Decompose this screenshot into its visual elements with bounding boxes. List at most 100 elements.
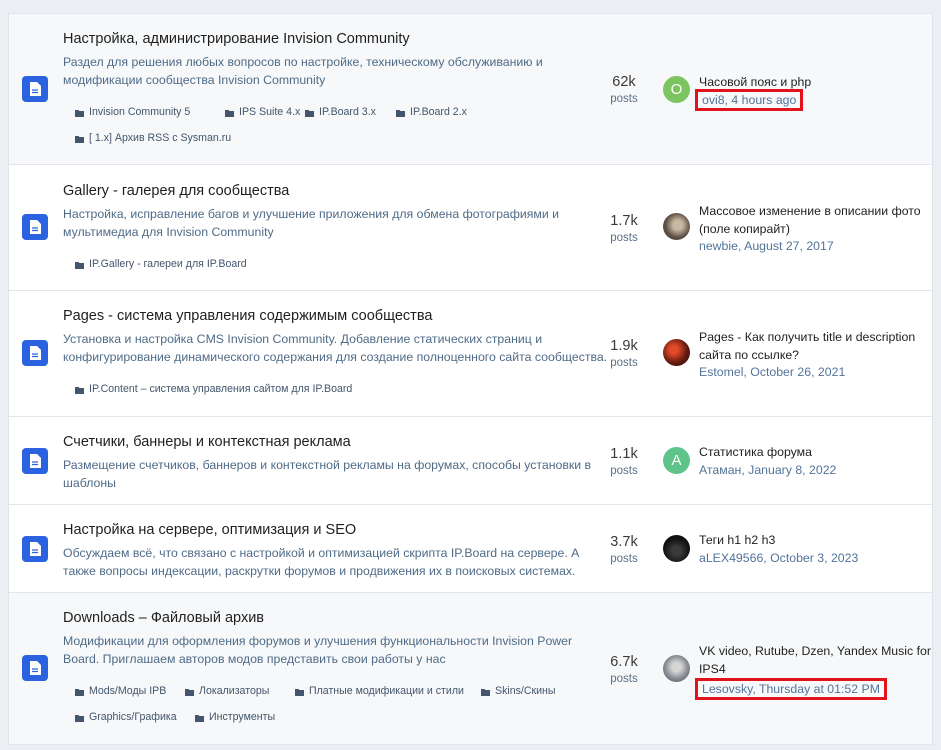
subforum-link[interactable]: IP.Board 3.x (305, 106, 376, 118)
last-post: VK video, Rutube, Dzen, Yandex Music for… (695, 643, 931, 700)
forum-title[interactable]: Gallery - галерея для сообщества (63, 183, 289, 199)
last-post: Массовое изменение в описании фото (поле… (699, 203, 931, 256)
avatar[interactable]: O (663, 76, 690, 103)
subforum-link[interactable]: Graphics/Графика (75, 711, 177, 723)
last-post-meta[interactable]: Estomel, October 26, 2021 (699, 364, 931, 382)
folder-icon (75, 109, 84, 117)
document-icon[interactable] (22, 340, 48, 366)
forum-list: Настройка, администрирование Invision Co… (8, 13, 933, 745)
forum-title[interactable]: Настройка на сервере, оптимизация и SEO (63, 522, 356, 538)
forum-description: Настройка, исправление багов и улучшение… (63, 207, 560, 239)
subforum-link[interactable]: Skins/Скины (481, 685, 556, 697)
folder-icon (75, 261, 84, 269)
last-post-title[interactable]: Pages - Как получить title и description… (699, 329, 931, 364)
folder-icon (195, 714, 204, 722)
last-post: Часовой пояс и php ovi8, 4 hours ago (694, 74, 931, 111)
forum-stats: 3.7k posts (599, 534, 649, 565)
subforum-list: Mods/Моды IPB Локализаторы Платные модиф… (75, 685, 602, 725)
posts-label: posts (610, 93, 638, 105)
forum-row: Настройка на сервере, оптимизация и SEO … (9, 505, 932, 593)
subforum-link[interactable]: IP.Content – система управления сайтом д… (75, 383, 352, 395)
subforum-link[interactable]: Локализаторы (185, 685, 269, 697)
subforum-list: IP.Gallery - галереи для IP.Board (75, 258, 602, 272)
subforum-link[interactable]: [ 1.x] Архив RSS с Sysman.ru (75, 132, 231, 144)
last-post-title[interactable]: Теги h1 h2 h3 (699, 532, 931, 550)
posts-count: 3.7k (610, 534, 638, 550)
subforum-link[interactable]: Invision Community 5 (75, 106, 190, 118)
folder-icon (75, 714, 84, 722)
forum-title[interactable]: Pages - система управления содержимым со… (63, 308, 432, 324)
last-post-meta[interactable]: Атаман, January 8, 2022 (699, 462, 931, 480)
document-icon[interactable] (22, 536, 48, 562)
subforum-link[interactable]: IP.Board 2.x (396, 106, 467, 118)
avatar[interactable] (663, 655, 690, 682)
last-post: Pages - Как получить title и description… (699, 329, 931, 382)
document-icon[interactable] (22, 76, 48, 102)
last-post-title[interactable]: Статистика форума (699, 444, 931, 462)
forum-description: Размещение счетчиков, баннеров и контекс… (63, 458, 592, 490)
folder-icon (75, 135, 84, 143)
last-post: Теги h1 h2 h3 aLEX49566, October 3, 2023 (699, 532, 931, 567)
last-post-meta[interactable]: Lesovsky, Thursday at 01:52 PM (695, 678, 931, 700)
forum-description: Модификации для оформления форумов и улу… (63, 634, 573, 666)
posts-count: 1.7k (610, 213, 638, 229)
posts-count: 1.9k (610, 338, 638, 354)
folder-icon (75, 386, 84, 394)
last-post-meta[interactable]: newbie, August 27, 2017 (699, 238, 931, 256)
folder-icon (305, 109, 314, 117)
forum-description: Раздел для решения любых вопросов по нас… (63, 55, 543, 87)
last-post-title[interactable]: VK video, Rutube, Dzen, Yandex Music for… (699, 643, 931, 678)
forum-description: Установка и настройка CMS Invision Commu… (63, 332, 608, 364)
forum-row: Настройка, администрирование Invision Co… (9, 14, 932, 165)
subforum-link[interactable]: Mods/Моды IPB (75, 685, 166, 697)
posts-count: 1.1k (610, 446, 638, 462)
forum-row: Downloads – Файловый архив Модификации д… (9, 593, 932, 745)
document-icon[interactable] (22, 655, 48, 681)
subforum-link[interactable]: IPS Suite 4.x (225, 106, 300, 118)
posts-label: posts (610, 673, 638, 685)
forum-stats: 1.9k posts (599, 338, 649, 369)
forum-row: Gallery - галерея для сообщества Настрой… (9, 165, 932, 291)
avatar[interactable] (663, 535, 690, 562)
posts-label: posts (610, 465, 638, 477)
forum-row: Pages - система управления содержимым со… (9, 291, 932, 417)
subforum-list: Invision Community 5 IPS Suite 4.x IP.Bo… (75, 106, 602, 146)
folder-icon (185, 688, 194, 696)
folder-icon (295, 688, 304, 696)
last-post-meta[interactable]: ovi8, 4 hours ago (694, 88, 931, 111)
forum-stats: 1.1k posts (599, 446, 649, 477)
last-post-title[interactable]: Часовой пояс и php (699, 74, 931, 92)
folder-icon (225, 109, 234, 117)
avatar[interactable] (663, 213, 690, 240)
forum-stats: 62k posts (599, 74, 649, 105)
posts-count: 62k (612, 74, 636, 90)
posts-label: posts (610, 232, 638, 244)
forum-title[interactable]: Счетчики, баннеры и контекстная реклама (63, 434, 351, 450)
forum-title[interactable]: Настройка, администрирование Invision Co… (63, 31, 410, 47)
highlight-box: ovi8, 4 hours ago (694, 88, 804, 111)
folder-icon (481, 688, 490, 696)
last-post-title[interactable]: Массовое изменение в описании фото (поле… (699, 203, 931, 238)
posts-label: posts (610, 357, 638, 369)
document-icon[interactable] (22, 214, 48, 240)
forum-index-page: Настройка, администрирование Invision Co… (0, 0, 941, 750)
forum-stats: 6.7k posts (599, 654, 649, 685)
forum-stats: 1.7k posts (599, 213, 649, 244)
document-icon[interactable] (22, 448, 48, 474)
subforum-list: IP.Content – система управления сайтом д… (75, 383, 602, 397)
last-post: Статистика форума Атаман, January 8, 202… (699, 444, 931, 479)
folder-icon (396, 109, 405, 117)
forum-description: Обсуждаем всё, что связано с настройкой … (63, 546, 580, 578)
highlight-box: Lesovsky, Thursday at 01:52 PM (695, 678, 887, 700)
posts-label: posts (610, 553, 638, 565)
avatar[interactable] (663, 339, 690, 366)
forum-title[interactable]: Downloads – Файловый архив (63, 610, 264, 626)
last-post-meta[interactable]: aLEX49566, October 3, 2023 (699, 550, 931, 568)
subforum-link[interactable]: Инструменты (195, 711, 275, 723)
folder-icon (75, 688, 84, 696)
forum-row: Счетчики, баннеры и контекстная реклама … (9, 417, 932, 505)
avatar[interactable]: A (663, 447, 690, 474)
subforum-link[interactable]: Платные модификации и стили (295, 685, 464, 697)
posts-count: 6.7k (610, 654, 638, 670)
subforum-link[interactable]: IP.Gallery - галереи для IP.Board (75, 258, 247, 270)
